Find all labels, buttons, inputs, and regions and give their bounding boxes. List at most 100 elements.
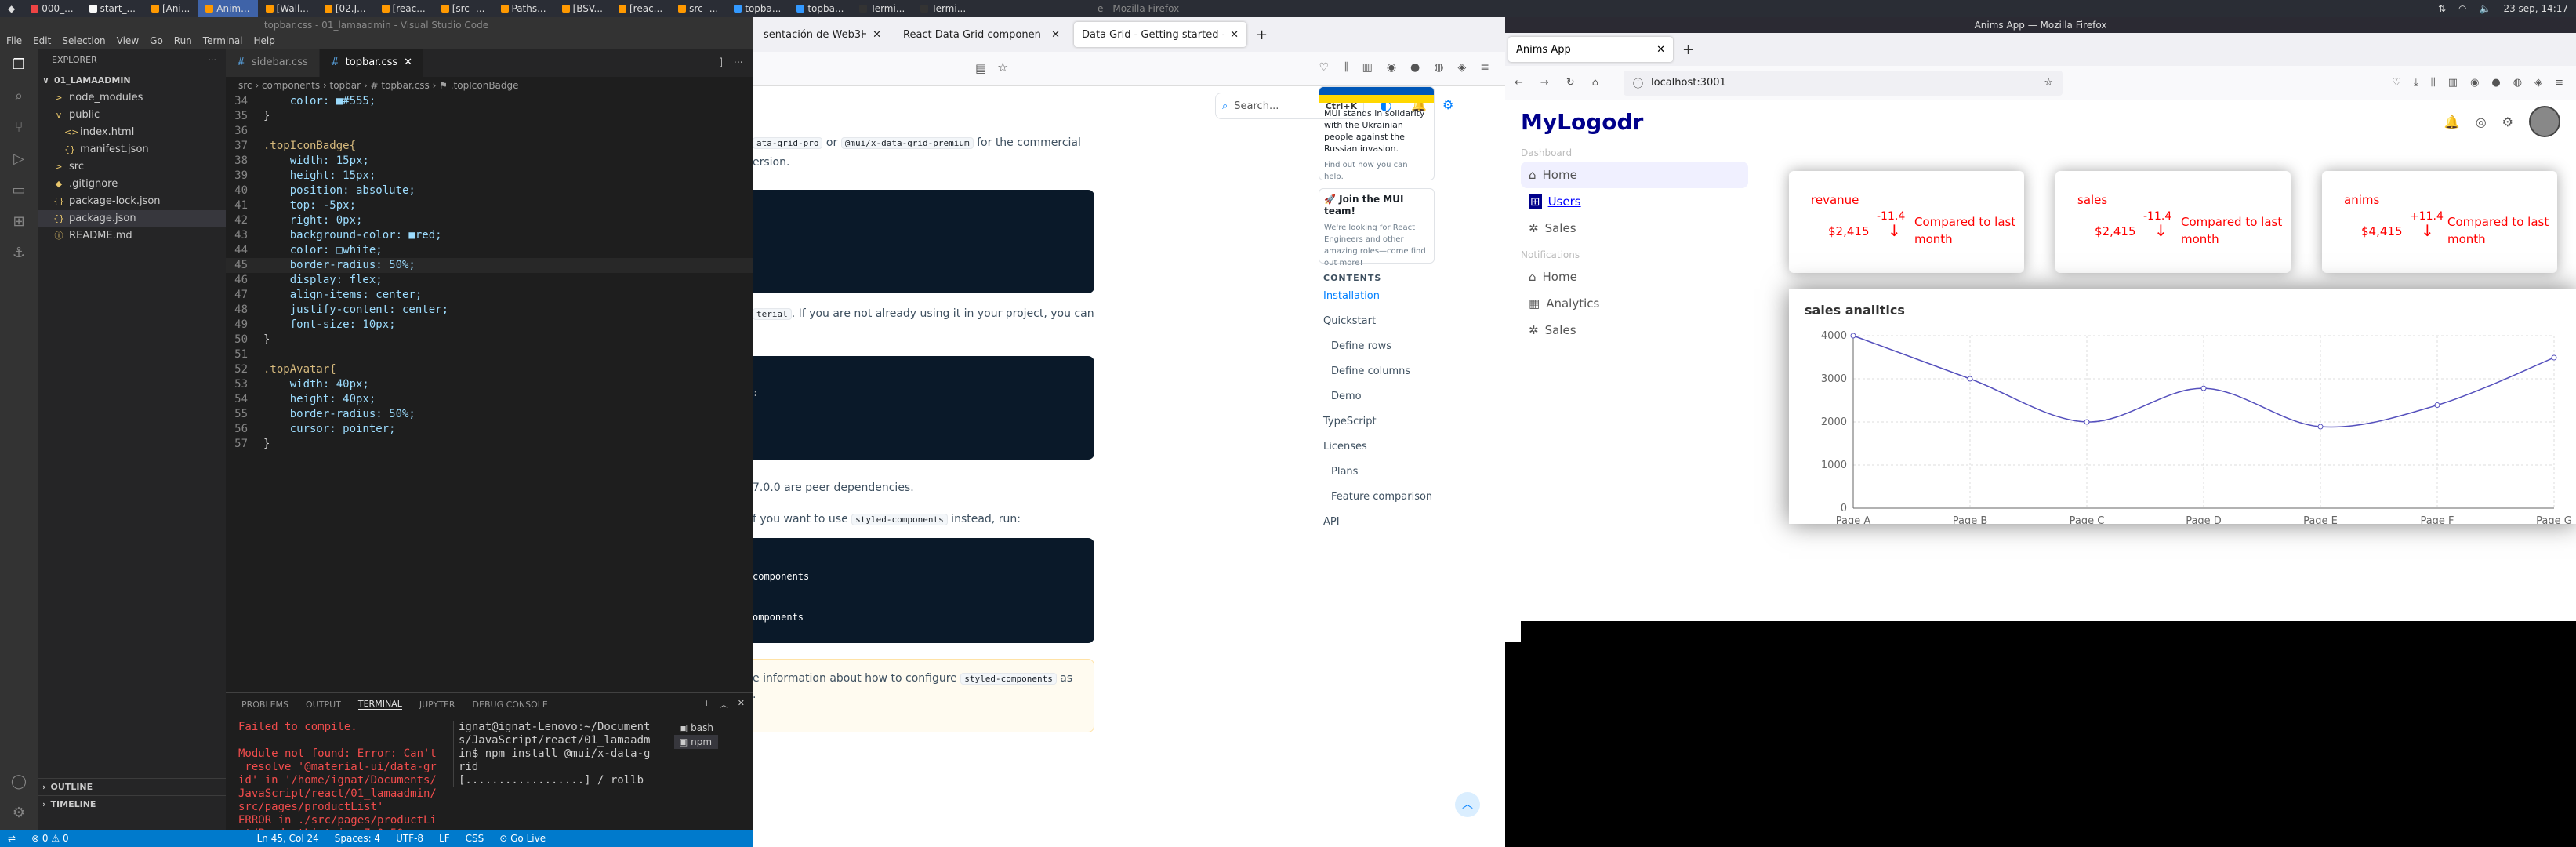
tab-close-icon[interactable]: ✕ (1230, 29, 1239, 41)
menu-selection[interactable]: Selection (62, 33, 105, 49)
taskbar-item[interactable]: [BSV... (554, 0, 611, 17)
toc-item[interactable]: Installation (1323, 284, 1457, 309)
language-icon[interactable]: ◎ (2476, 115, 2487, 129)
toc-item[interactable]: TypeScript (1323, 409, 1457, 434)
tree-item[interactable]: ◆ .gitignore (38, 176, 226, 193)
browser-tab[interactable]: sentación de Web3Hub c ✕ (756, 22, 889, 47)
code-block-3[interactable]: components omponents (753, 538, 1094, 643)
settings-icon[interactable]: ⚙ (2502, 115, 2513, 129)
go-live-button[interactable]: ⊙ Go Live (499, 833, 546, 844)
breadcrumb[interactable]: src › components › topbar › # topbar.css… (226, 77, 753, 94)
tab-close-icon[interactable]: ✕ (1051, 29, 1060, 41)
new-tab-icon[interactable]: + (1682, 42, 1694, 58)
pocket-icon[interactable]: ♡ (1319, 61, 1330, 74)
toc-item[interactable]: Quickstart (1323, 309, 1457, 334)
remote-icon[interactable]: ⇌ (8, 833, 16, 844)
menu-edit[interactable]: Edit (33, 33, 51, 49)
settings-icon[interactable]: ⚙ (1442, 97, 1453, 112)
volume-icon[interactable]: 🔈 (2480, 3, 2491, 14)
taskbar-item[interactable]: topba... (789, 0, 851, 17)
terminal-list-item[interactable]: ▣ npm (674, 735, 718, 749)
sidebar-item[interactable]: ▦ Analytics (1521, 290, 1748, 317)
editor-tab[interactable]: # sidebar.css (226, 49, 320, 77)
taskbar-item[interactable]: 000_... (23, 0, 81, 17)
toc-item[interactable]: Feature comparison (1323, 485, 1457, 510)
taskbar-item[interactable]: [Ani... (143, 0, 198, 17)
taskbar-item[interactable]: [Wall... (258, 0, 317, 17)
avatar[interactable] (2529, 106, 2560, 137)
menu-run[interactable]: Run (174, 33, 192, 49)
ukraine-link[interactable]: Find out how you can help. (1319, 159, 1434, 180)
toc-item[interactable]: Plans (1323, 460, 1457, 485)
extensions-icon[interactable]: ⊞ (10, 213, 27, 231)
taskbar-item[interactable]: [reac... (611, 0, 670, 17)
bookmark-star-icon[interactable]: ☆ (997, 60, 1008, 75)
extension-icon-4[interactable]: ◈ (1457, 61, 1466, 74)
panel-tab[interactable]: PROBLEMS (241, 700, 288, 710)
sidebar-item[interactable]: ⊞ Users (1521, 188, 1748, 215)
sidebar-icon[interactable]: ▥ (2448, 77, 2458, 89)
language-status[interactable]: CSS (466, 833, 484, 844)
tree-item[interactable]: > src (38, 158, 226, 176)
tab-anims-app[interactable]: Anims App ✕ (1508, 37, 1673, 62)
tree-item[interactable]: {} package-lock.json (38, 193, 226, 210)
menu-go[interactable]: Go (150, 33, 163, 49)
extension-icon-4[interactable]: ◈ (2534, 77, 2542, 89)
home-icon[interactable]: ⌂ (1592, 77, 1598, 89)
cursor-position[interactable]: Ln 45, Col 24 (257, 833, 319, 844)
tree-item[interactable]: v public (38, 107, 226, 124)
terminal-list-item[interactable]: ▣ bash (674, 721, 718, 735)
bookmark-star-icon[interactable]: ☆ (2044, 77, 2053, 89)
toc-item[interactable]: Define columns (1323, 359, 1457, 384)
more-icon[interactable]: ··· (209, 49, 217, 72)
tree-item[interactable]: {} manifest.json (38, 141, 226, 158)
library-icon[interactable]: ⫼ (2431, 77, 2436, 89)
wifi-icon[interactable]: ◠ (2458, 3, 2466, 14)
taskbar-item[interactable]: Termi... (912, 0, 974, 17)
app-logo[interactable]: MyLogodr (1521, 109, 1643, 135)
files-icon[interactable]: ❐ (10, 56, 27, 74)
taskbar-item[interactable]: [02.J... (317, 0, 374, 17)
reload-icon[interactable]: ↻ (1566, 77, 1575, 89)
toc-item[interactable]: API (1323, 510, 1457, 535)
panel-tab[interactable]: TERMINAL (357, 699, 402, 710)
toc-item[interactable]: Define rows (1323, 334, 1457, 359)
more-actions-icon[interactable]: ··· (734, 57, 743, 69)
encoding-status[interactable]: UTF-8 (396, 833, 423, 844)
clock[interactable]: 23 sep, 14:17 (2503, 3, 2568, 14)
menu-file[interactable]: File (6, 33, 22, 49)
tree-item[interactable]: <> index.html (38, 124, 226, 141)
timeline-section[interactable]: › TIMELINE (38, 795, 226, 812)
taskbar-item[interactable]: topba... (726, 0, 789, 17)
terminal-output-left[interactable]: Failed to compile. Module not found: Err… (238, 721, 442, 841)
sidebar-icon[interactable]: ▥ (1362, 61, 1373, 74)
search-icon[interactable]: ⌕ (10, 88, 27, 105)
close-panel-icon[interactable]: ✕ (738, 698, 745, 711)
new-tab-icon[interactable]: + (1256, 27, 1268, 43)
new-terminal-icon[interactable]: + (703, 698, 710, 711)
extension-icon-2[interactable]: ● (1410, 61, 1420, 74)
job-ad[interactable]: 🚀 Join the MUI team! We're looking for R… (1319, 188, 1435, 267)
split-editor-icon[interactable]: ⫿ (719, 57, 722, 69)
tab-close-icon[interactable]: ✕ (1656, 44, 1665, 56)
problems-status[interactable]: ⊗ 0 ⚠ 0 (31, 833, 69, 844)
network-icon[interactable]: ⇅ (2438, 3, 2446, 14)
menu-icon[interactable]: ≡ (2555, 77, 2563, 89)
remote-explorer-icon[interactable]: ▭ (10, 182, 27, 199)
url-bar[interactable]: ⓘ localhost:3001 ☆ (1623, 70, 2063, 96)
extension-icon-2[interactable]: ● (2491, 77, 2500, 89)
sidebar-item[interactable]: ⌂ Home (1521, 162, 1748, 188)
taskbar-item[interactable]: Anim... (198, 0, 258, 17)
panel-tab[interactable]: DEBUG CONSOLE (473, 700, 548, 710)
toc-item[interactable]: Licenses (1323, 434, 1457, 460)
scroll-top-button[interactable]: ︿ (1455, 792, 1480, 817)
extension-icon-3[interactable]: ◍ (1434, 61, 1443, 74)
sidebar-item[interactable]: ✲ Sales (1521, 215, 1748, 242)
library-icon[interactable]: ⫼ (1343, 61, 1348, 74)
tree-item[interactable]: > node_modules (38, 89, 226, 107)
toc-item[interactable]: Demo (1323, 384, 1457, 409)
sidebar-item[interactable]: ⌂ Home (1521, 264, 1748, 290)
reader-icon[interactable]: ▤ (975, 61, 986, 75)
extension-icon[interactable]: ◉ (1387, 61, 1396, 74)
panel-tab[interactable]: OUTPUT (306, 700, 341, 710)
